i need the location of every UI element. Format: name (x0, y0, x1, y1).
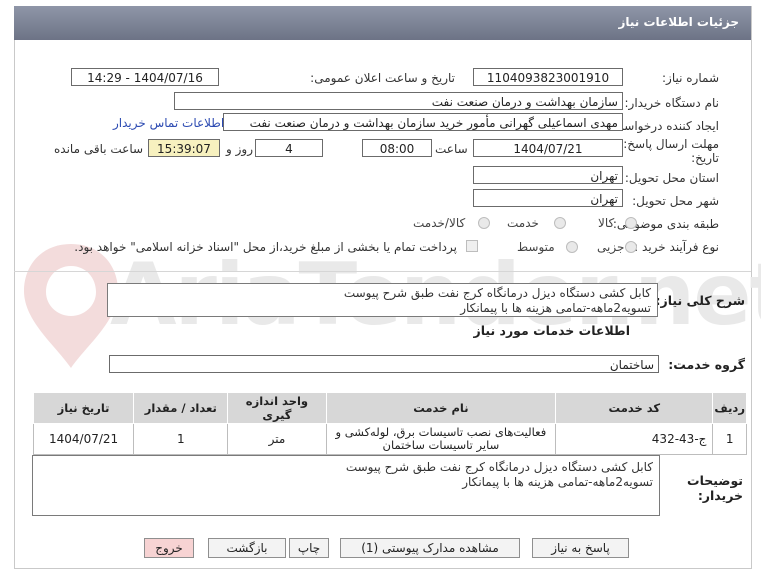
col-qty: تعداد / مقدار (133, 392, 229, 424)
reply-button[interactable]: پاسخ به نیاز (532, 538, 629, 558)
city-field: تهران (473, 189, 623, 207)
buyer-label: نام دستگاه خریدار: (624, 96, 720, 110)
buyer-notes-textbox: کابل کشی دستگاه دیزل درمانگاه کرج نفت طب… (32, 455, 660, 516)
category-service-label: خدمت (507, 216, 539, 230)
announce-field: 1404/07/16 - 14:29 (71, 68, 219, 86)
deadline-label: مهلت ارسال پاسخ: تا (612, 137, 719, 151)
summary-line-2: تسویه2ماهه-تمامی هزینه ها با پیمانکار (460, 301, 651, 315)
category-goods-service-label: کالا/خدمت (413, 216, 466, 230)
col-date: تاریخ نیاز (32, 392, 135, 424)
divider (14, 271, 751, 272)
services-title: اطلاعات خدمات مورد نیاز (473, 323, 631, 338)
days-field: 4 (255, 139, 323, 157)
treasury-note: پرداخت تمام یا بخشی از مبلغ خرید،از محل … (74, 240, 457, 254)
need-number-field: 1104093823001910 (473, 68, 623, 86)
deadline-date-label: تاریخ: (691, 151, 719, 165)
table-header-row: تاریخ نیاز تعداد / مقدار واحد اندازه گیر… (32, 392, 747, 424)
attachments-button[interactable]: مشاهده مدارک پیوستی (1) (340, 538, 520, 558)
process-label: نوع فرآیند خرید : (634, 240, 719, 254)
creator-field: مهدی اسماعیلی گهرانی مأمور خرید سازمان ب… (223, 113, 623, 131)
buyer-notes-label-1: توضیحات (687, 473, 743, 488)
buyer-contact-link[interactable]: اطلاعات تماس خریدار (113, 116, 224, 130)
days-label: روز و (226, 142, 253, 156)
creator-label: ایجاد کننده درخواست: (608, 119, 719, 133)
process-minor-label: جزیی (597, 240, 625, 254)
city-label: شهر محل تحویل: (632, 194, 719, 208)
cell-code: ج-43-432 (555, 423, 714, 455)
cell-name: فعالیت‌های نصب تاسیسات برق، لوله‌کشی و س… (325, 423, 557, 455)
category-service-radio[interactable] (554, 217, 566, 229)
category-goods-radio[interactable] (625, 217, 637, 229)
treasury-checkbox[interactable] (466, 240, 478, 252)
buyer-field: سازمان بهداشت و درمان صنعت نفت (174, 92, 623, 110)
buyer-notes-line-1: کابل کشی دستگاه دیزل درمانگاه کرج نفت طب… (345, 460, 653, 474)
province-field: تهران (473, 166, 623, 184)
province-label: استان محل تحویل: (624, 171, 719, 185)
exit-button[interactable]: خروج (144, 538, 194, 558)
buyer-notes-label-2: خریدار: (697, 488, 743, 503)
buyer-notes-line-2: تسویه2ماهه-تمامی هزینه ها با پیمانکار (462, 475, 653, 489)
service-group-label: گروه خدمت: (668, 357, 745, 372)
cell-date: 1404/07/21 (32, 423, 135, 455)
summary-textbox: کابل کشی دستگاه دیزل درمانگاه کرج نفت طب… (107, 283, 658, 317)
cell-unit: متر (227, 423, 327, 455)
col-code: کد خدمت (555, 392, 714, 424)
remaining-time-field: 15:39:07 (148, 139, 220, 157)
cell-row: 1 (712, 423, 747, 455)
deadline-time-field: 08:00 (362, 139, 432, 157)
col-name: نام خدمت (325, 392, 557, 424)
print-button[interactable]: چاپ (289, 538, 329, 558)
back-button[interactable]: بازگشت (208, 538, 286, 558)
summary-label: شرح کلی نیاز: (655, 293, 745, 308)
table-row: 1404/07/21 1 متر فعالیت‌های نصب تاسیسات … (32, 423, 747, 455)
category-goods-service-radio[interactable] (478, 217, 490, 229)
process-minor-radio[interactable] (625, 241, 637, 253)
process-medium-radio[interactable] (566, 241, 578, 253)
deadline-date-field: 1404/07/21 (473, 139, 623, 157)
process-medium-label: متوسط (517, 240, 555, 254)
deadline-time-label: ساعت (435, 142, 468, 156)
summary-line-1: کابل کشی دستگاه دیزل درمانگاه کرج نفت طب… (343, 286, 651, 300)
need-number-label: شماره نیاز: (662, 71, 719, 85)
service-group-field: ساختمان (109, 355, 659, 373)
remaining-time-label: ساعت باقی مانده (54, 142, 144, 156)
page-title: جزئیات اطلاعات نیاز (618, 15, 739, 29)
page-header: جزئیات اطلاعات نیاز (14, 6, 751, 40)
cell-qty: 1 (133, 423, 229, 455)
announce-label: تاریخ و ساعت اعلان عمومی: (310, 71, 455, 85)
category-goods-label: کالا (598, 216, 615, 230)
col-row: ردیف (712, 392, 747, 424)
col-unit: واحد اندازه گیری (227, 392, 327, 424)
services-table: تاریخ نیاز تعداد / مقدار واحد اندازه گیر… (32, 392, 747, 455)
